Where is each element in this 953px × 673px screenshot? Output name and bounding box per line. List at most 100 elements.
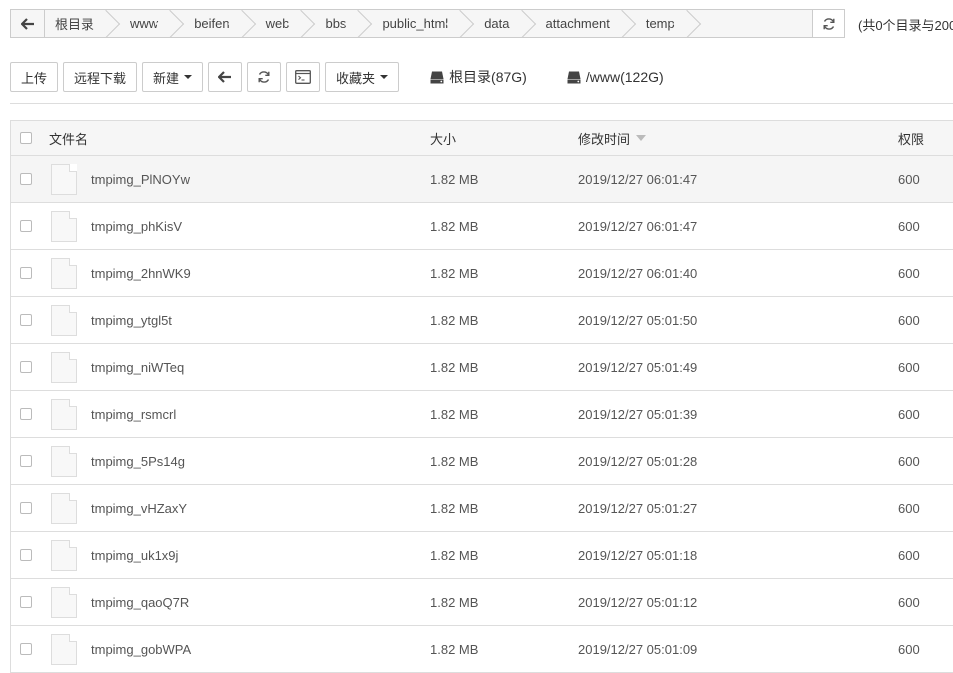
breadcrumb-item[interactable]: public_html [362,10,464,37]
upload-button[interactable]: 上传 [10,62,59,92]
file-permission[interactable]: 600 [898,454,953,469]
terminal-button[interactable] [286,62,321,92]
file-name[interactable]: tmpimg_PlNOYw [91,172,190,187]
back-button[interactable] [11,10,45,37]
file-name[interactable]: tmpimg_phKisV [91,219,182,234]
row-check-cell [11,549,41,561]
row-checkbox[interactable] [20,267,32,279]
row-checkbox[interactable] [20,643,32,655]
file-modified: 2019/12/27 05:01:49 [578,359,698,375]
hard-drive-icon [567,71,581,83]
column-modified-label: 修改时间 [578,131,631,147]
file-permission[interactable]: 600 [898,407,953,422]
table-row[interactable]: tmpimg_5Ps14g 1.82 MB 2019/12/27 05:01:2… [11,438,953,485]
file-modified: 2019/12/27 06:01:47 [578,218,698,234]
file-name[interactable]: tmpimg_2hnWK9 [91,266,191,281]
file-name-cell: tmpimg_qaoQ7R [41,586,430,618]
file-name-cell: tmpimg_5Ps14g [41,445,430,477]
file-name-cell: tmpimg_rsmcrl [41,398,430,430]
column-permission[interactable]: 权限 [898,129,953,148]
file-modified: 2019/12/27 05:01:12 [578,594,698,610]
file-size: 1.82 MB [430,453,479,469]
table-row[interactable]: tmpimg_vHZaxY 1.82 MB 2019/12/27 05:01:2… [11,485,953,532]
file-name[interactable]: tmpimg_vHZaxY [91,501,187,516]
file-icon [51,633,77,665]
table-row[interactable]: tmpimg_ytgl5t 1.82 MB 2019/12/27 05:01:5… [11,297,953,344]
breadcrumb-item[interactable]: beifen [174,10,245,37]
file-name-cell: tmpimg_phKisV [41,210,430,242]
disk-root[interactable]: 根目录(87G) [430,67,527,87]
file-size: 1.82 MB [430,547,479,563]
file-size: 1.82 MB [430,312,479,328]
new-dropdown-button[interactable]: 新建 [142,62,204,92]
hard-drive-icon [430,71,444,83]
file-name-cell: tmpimg_ytgl5t [41,304,430,336]
table-row[interactable]: tmpimg_gobWPA 1.82 MB 2019/12/27 05:01:0… [11,626,953,673]
disk-label: 根目录(87G) [449,69,527,85]
file-permission[interactable]: 600 [898,501,953,516]
column-size[interactable]: 大小 [430,129,578,148]
file-permission[interactable]: 600 [898,595,953,610]
table-row[interactable]: tmpimg_rsmcrl 1.82 MB 2019/12/27 05:01:3… [11,391,953,438]
file-name-cell: tmpimg_2hnWK9 [41,257,430,289]
file-permission[interactable]: 600 [898,266,953,281]
toolbar: 上传 远程下载 新建 收藏夹 根目录(87G) /www(122G) [10,62,664,92]
file-size: 1.82 MB [430,171,479,187]
select-all-checkbox[interactable] [20,132,32,144]
file-modified: 2019/12/27 05:01:39 [578,406,698,422]
file-name[interactable]: tmpimg_rsmcrl [91,407,176,422]
refresh-button[interactable] [247,62,282,92]
column-name[interactable]: 文件名 [41,129,430,148]
refresh-icon [258,71,270,83]
file-modified: 2019/12/27 06:01:40 [578,265,698,281]
row-check-cell [11,502,41,514]
table-row[interactable]: tmpimg_uk1x9j 1.82 MB 2019/12/27 05:01:1… [11,532,953,579]
file-icon [51,445,77,477]
table-row[interactable]: tmpimg_PlNOYw 1.82 MB 2019/12/27 06:01:4… [11,156,953,203]
back-dir-button[interactable] [208,62,243,92]
file-permission[interactable]: 600 [898,360,953,375]
row-check-cell [11,643,41,655]
favorites-dropdown-button[interactable]: 收藏夹 [325,62,400,92]
file-permission[interactable]: 600 [898,642,953,657]
row-checkbox[interactable] [20,361,32,373]
file-name[interactable]: tmpimg_5Ps14g [91,454,185,469]
file-icon [51,539,77,571]
file-icon [51,398,77,430]
table-row[interactable]: tmpimg_2hnWK9 1.82 MB 2019/12/27 06:01:4… [11,250,953,297]
row-checkbox[interactable] [20,502,32,514]
row-checkbox[interactable] [20,549,32,561]
row-checkbox[interactable] [20,596,32,608]
file-permission[interactable]: 600 [898,172,953,187]
file-permission[interactable]: 600 [898,219,953,234]
table-row[interactable]: tmpimg_phKisV 1.82 MB 2019/12/27 06:01:4… [11,203,953,250]
file-name[interactable]: tmpimg_qaoQ7R [91,595,189,610]
file-size: 1.82 MB [430,641,479,657]
row-checkbox[interactable] [20,408,32,420]
table-row[interactable]: tmpimg_qaoQ7R 1.82 MB 2019/12/27 05:01:1… [11,579,953,626]
row-checkbox[interactable] [20,314,32,326]
file-name[interactable]: tmpimg_niWTeq [91,360,184,375]
file-permission[interactable]: 600 [898,313,953,328]
caret-down-icon [380,75,389,79]
breadcrumb: 根目录 www beifen web bbs public_html data … [45,10,812,37]
column-modified[interactable]: 修改时间 [578,129,898,148]
disk-label: /www(122G) [585,69,664,85]
row-checkbox[interactable] [20,220,32,232]
arrow-left-icon [218,71,232,83]
file-name[interactable]: tmpimg_uk1x9j [91,548,178,563]
file-permission[interactable]: 600 [898,548,953,563]
remote-download-button[interactable]: 远程下载 [63,62,138,92]
row-checkbox[interactable] [20,455,32,467]
refresh-path-button[interactable] [812,10,844,37]
file-icon [51,351,77,383]
file-name[interactable]: tmpimg_gobWPA [91,642,191,657]
breadcrumb-item[interactable]: attachment [526,10,626,37]
table-row[interactable]: tmpimg_niWTeq 1.82 MB 2019/12/27 05:01:4… [11,344,953,391]
file-icon [51,304,77,336]
file-name[interactable]: tmpimg_ytgl5t [91,313,172,328]
disk-www[interactable]: /www(122G) [567,69,664,85]
breadcrumb-item[interactable]: 根目录 [45,10,110,37]
row-checkbox[interactable] [20,173,32,185]
table-header: 文件名 大小 修改时间 权限 [11,121,953,156]
